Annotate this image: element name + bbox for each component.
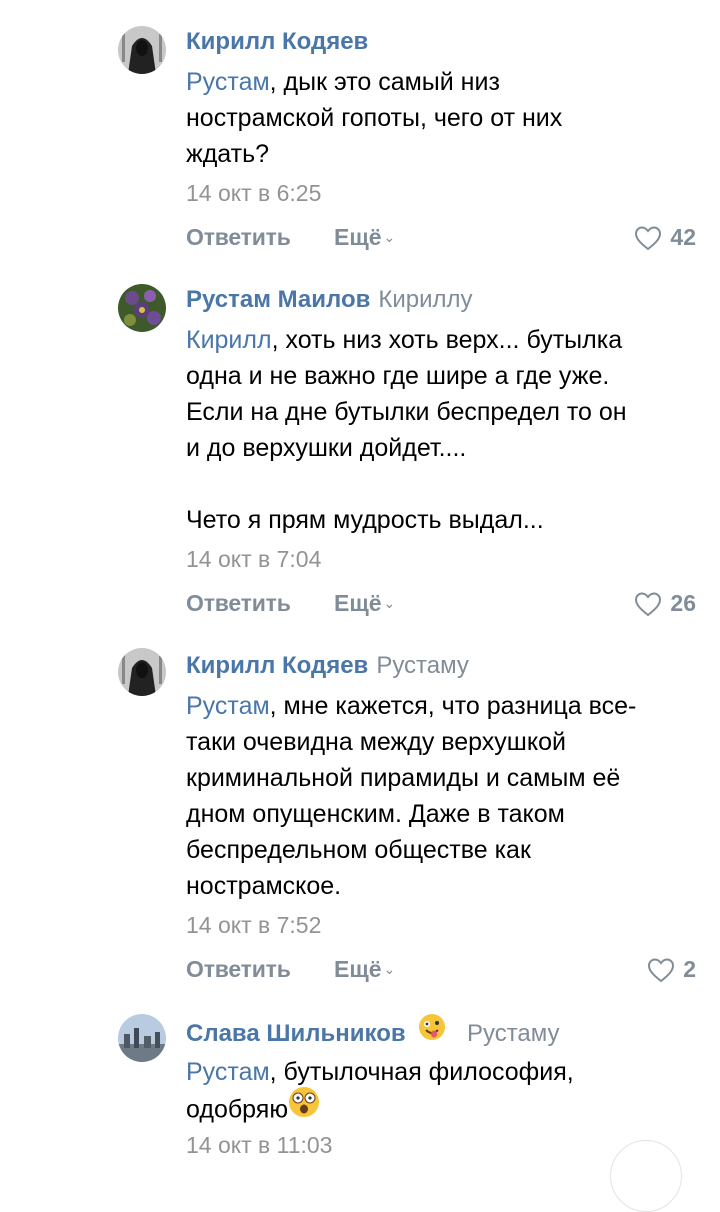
comment-text: Рустам, мне кажется, что разница все- та… — [186, 688, 696, 904]
hooded-figure-avatar-icon — [118, 26, 166, 74]
floral-avatar-icon — [118, 284, 166, 332]
author-name[interactable]: Слава Шильников — [186, 1020, 406, 1047]
heart-outline-icon — [635, 225, 662, 250]
city-skyline-avatar-icon — [118, 1014, 166, 1062]
reply-button[interactable]: Ответить — [186, 590, 291, 617]
heart-outline-icon — [635, 591, 662, 616]
more-button[interactable]: Ещё ⌄ — [334, 956, 395, 983]
comment-header: Рустам Маилов Кириллу — [186, 284, 473, 316]
mention-link[interactable]: Кирилл — [186, 326, 272, 354]
reply-to-label[interactable]: Рустаму — [376, 652, 469, 679]
comment-date[interactable]: 14 окт в 6:25 — [186, 180, 321, 207]
mention-link[interactable]: Рустам — [186, 68, 270, 96]
like-button[interactable]: 42 — [634, 224, 696, 251]
floating-action-button[interactable] — [610, 1140, 682, 1212]
comment-actions: Ответить Ещё ⌄ 2 — [186, 956, 696, 988]
author-name[interactable]: Рустам Маилов — [186, 286, 370, 313]
comment-actions: Ответить Ещё ⌄ 26 — [186, 590, 696, 622]
avatar[interactable] — [118, 1014, 166, 1062]
comment-date[interactable]: 14 окт в 11:03 — [186, 1132, 332, 1159]
more-label: Ещё — [334, 224, 382, 250]
more-label: Ещё — [334, 590, 382, 616]
author-name[interactable]: Кирилл Кодяев — [186, 28, 368, 55]
comment-body: , мне кажется, что разница все- таки оче… — [186, 692, 637, 900]
avatar[interactable] — [118, 284, 166, 332]
like-count: 42 — [670, 224, 696, 250]
comment-header: Кирилл Кодяев — [186, 26, 368, 58]
comment-header: Кирилл Кодяев Рустаму — [186, 650, 469, 682]
comment-text: Рустам, дык это самый низ нострамской го… — [186, 64, 696, 172]
like-count: 2 — [683, 956, 696, 982]
chevron-down-icon: ⌄ — [383, 229, 396, 245]
chevron-down-icon: ⌄ — [383, 961, 396, 977]
comment-actions: Ответить Ещё ⌄ 42 — [186, 224, 696, 256]
more-button[interactable]: Ещё ⌄ — [334, 224, 395, 251]
more-button[interactable]: Ещё ⌄ — [334, 590, 395, 617]
comment-date[interactable]: 14 окт в 7:52 — [186, 912, 321, 939]
zany-face-emoji-icon — [418, 1013, 446, 1050]
mention-link[interactable]: Рустам — [186, 1058, 270, 1086]
reply-to-label[interactable]: Кириллу — [378, 286, 472, 313]
comment-date[interactable]: 14 окт в 7:04 — [186, 546, 321, 573]
comment-text: Кирилл, хоть низ хоть верх... бутылка од… — [186, 322, 696, 538]
comment-header: Слава Шильников Рустаму — [186, 1013, 560, 1053]
heart-outline-icon — [648, 957, 675, 982]
like-button[interactable]: 26 — [634, 590, 696, 617]
like-button[interactable]: 2 — [647, 956, 696, 983]
reply-button[interactable]: Ответить — [186, 956, 291, 983]
reply-to-label[interactable]: Рустаму — [467, 1020, 560, 1047]
like-count: 26 — [670, 590, 696, 616]
mention-link[interactable]: Рустам — [186, 692, 270, 720]
comment-body: , хоть низ хоть верх... бутылка одна и н… — [186, 326, 627, 534]
chevron-down-icon: ⌄ — [383, 595, 396, 611]
comment-text: Рустам, бутылочная философия, одобряю — [186, 1054, 696, 1132]
more-label: Ещё — [334, 956, 382, 982]
hooded-figure-avatar-icon — [118, 648, 166, 696]
avatar[interactable] — [118, 26, 166, 74]
reply-button[interactable]: Ответить — [186, 224, 291, 251]
author-name[interactable]: Кирилл Кодяев — [186, 652, 368, 679]
astonished-face-emoji-icon — [288, 1086, 320, 1128]
avatar[interactable] — [118, 648, 166, 696]
